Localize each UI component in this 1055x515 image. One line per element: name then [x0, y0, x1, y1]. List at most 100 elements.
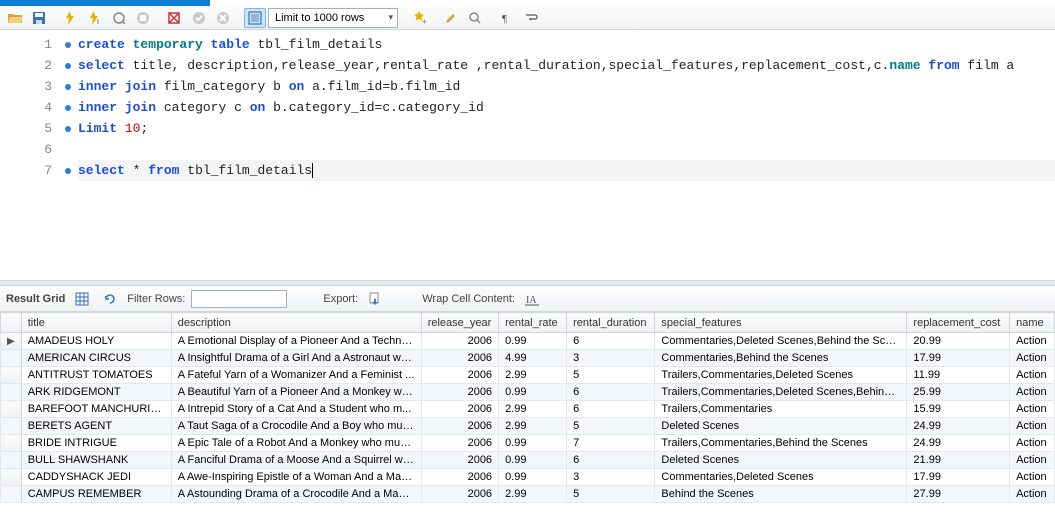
cell-description[interactable]: A Intrepid Story of a Cat And a Student … [171, 401, 421, 418]
cell-special_features[interactable]: Deleted Scenes [655, 452, 907, 469]
cell-rental_duration[interactable]: 6 [567, 452, 655, 469]
cell-replacement_cost[interactable]: 17.99 [907, 469, 1010, 486]
filter-rows-input[interactable] [191, 290, 287, 308]
cell-release_year[interactable]: 2006 [421, 367, 498, 384]
cell-description[interactable]: A Taut Saga of a Crocodile And a Boy who… [171, 418, 421, 435]
cell-special_features[interactable]: Trailers,Commentaries,Behind the Scenes [655, 435, 907, 452]
cell-name[interactable]: Action [1010, 452, 1055, 469]
cell-title[interactable]: BAREFOOT MANCHURIAN [21, 401, 171, 418]
save-button[interactable] [28, 8, 50, 28]
table-row[interactable]: ▶AMADEUS HOLYA Emotional Display of a Pi… [1, 333, 1055, 350]
row-handle[interactable]: ▶ [1, 333, 22, 350]
column-header-rental_rate[interactable]: rental_rate [499, 313, 567, 333]
table-row[interactable]: BULL SHAWSHANKA Fanciful Drama of a Moos… [1, 452, 1055, 469]
commit-button[interactable] [188, 8, 210, 28]
search-button[interactable] [464, 8, 486, 28]
cell-replacement_cost[interactable]: 25.99 [907, 384, 1010, 401]
row-handle[interactable] [1, 401, 22, 418]
rollback-button[interactable] [212, 8, 234, 28]
table-row[interactable]: CADDYSHACK JEDIA Awe-Inspiring Epistle o… [1, 469, 1055, 486]
cell-special_features[interactable]: Trailers,Commentaries [655, 401, 907, 418]
cell-rental_rate[interactable]: 2.99 [499, 418, 567, 435]
cell-description[interactable]: A Fanciful Drama of a Moose And a Squirr… [171, 452, 421, 469]
cell-rental_duration[interactable]: 5 [567, 418, 655, 435]
row-limit-dropdown[interactable]: Limit to 1000 rows ▾ [268, 8, 398, 28]
row-handle[interactable] [1, 486, 22, 503]
toggle-invisible-button[interactable]: ¶ [496, 8, 518, 28]
cell-replacement_cost[interactable]: 17.99 [907, 350, 1010, 367]
cell-name[interactable]: Action [1010, 418, 1055, 435]
cell-rental_rate[interactable]: 0.99 [499, 435, 567, 452]
cell-description[interactable]: A Emotional Display of a Pioneer And a T… [171, 333, 421, 350]
cell-release_year[interactable]: 2006 [421, 435, 498, 452]
open-file-button[interactable] [4, 8, 26, 28]
table-row[interactable]: BERETS AGENTA Taut Saga of a Crocodile A… [1, 418, 1055, 435]
table-row[interactable]: ANTITRUST TOMATOESA Fateful Yarn of a Wo… [1, 367, 1055, 384]
cell-special_features[interactable]: Commentaries,Deleted Scenes,Behind the S… [655, 333, 907, 350]
cell-release_year[interactable]: 2006 [421, 486, 498, 503]
row-handle[interactable] [1, 469, 22, 486]
row-handle[interactable] [1, 435, 22, 452]
cell-title[interactable]: CAMPUS REMEMBER [21, 486, 171, 503]
cell-name[interactable]: Action [1010, 486, 1055, 503]
cell-rental_duration[interactable]: 6 [567, 333, 655, 350]
cell-rental_duration[interactable]: 6 [567, 384, 655, 401]
column-header-title[interactable]: title [21, 313, 171, 333]
cell-special_features[interactable]: Deleted Scenes [655, 418, 907, 435]
row-handle[interactable] [1, 384, 22, 401]
cell-name[interactable]: Action [1010, 469, 1055, 486]
cell-special_features[interactable]: Trailers,Commentaries,Deleted Scenes [655, 367, 907, 384]
cell-special_features[interactable]: Commentaries,Deleted Scenes [655, 469, 907, 486]
cell-release_year[interactable]: 2006 [421, 384, 498, 401]
cell-release_year[interactable]: 2006 [421, 333, 498, 350]
cell-special_features[interactable]: Behind the Scenes [655, 486, 907, 503]
cell-special_features[interactable]: Trailers,Commentaries,Deleted Scenes,Beh… [655, 384, 907, 401]
cell-name[interactable]: Action [1010, 384, 1055, 401]
column-header-rental_duration[interactable]: rental_duration [567, 313, 655, 333]
cell-name[interactable]: Action [1010, 401, 1055, 418]
sql-editor[interactable]: 1234567 create temporary table tbl_film_… [0, 30, 1055, 280]
cell-replacement_cost[interactable]: 15.99 [907, 401, 1010, 418]
cell-replacement_cost[interactable]: 27.99 [907, 486, 1010, 503]
cell-name[interactable]: Action [1010, 350, 1055, 367]
wrap-cell-button[interactable]: IA [521, 289, 543, 309]
execute-current-button[interactable]: I [84, 8, 106, 28]
row-handle[interactable] [1, 350, 22, 367]
toggle-limit-button[interactable] [244, 8, 266, 28]
cell-rental_duration[interactable]: 3 [567, 469, 655, 486]
table-row[interactable]: AMERICAN CIRCUSA Insightful Drama of a G… [1, 350, 1055, 367]
cell-description[interactable]: A Astounding Drama of a Crocodile And a … [171, 486, 421, 503]
explain-button[interactable] [108, 8, 130, 28]
row-handle[interactable] [1, 418, 22, 435]
cell-rental_duration[interactable]: 5 [567, 486, 655, 503]
cell-replacement_cost[interactable]: 11.99 [907, 367, 1010, 384]
cell-name[interactable]: Action [1010, 435, 1055, 452]
cell-rental_rate[interactable]: 0.99 [499, 384, 567, 401]
column-header-special_features[interactable]: special_features [655, 313, 907, 333]
cell-title[interactable]: BULL SHAWSHANK [21, 452, 171, 469]
cell-release_year[interactable]: 2006 [421, 418, 498, 435]
execute-button[interactable] [60, 8, 82, 28]
cell-name[interactable]: Action [1010, 367, 1055, 384]
cell-rental_rate[interactable]: 0.99 [499, 469, 567, 486]
cell-title[interactable]: AMERICAN CIRCUS [21, 350, 171, 367]
table-row[interactable]: BRIDE INTRIGUEA Epic Tale of a Robot And… [1, 435, 1055, 452]
editor-code[interactable]: create temporary table tbl_film_details … [58, 30, 1055, 280]
cell-title[interactable]: CADDYSHACK JEDI [21, 469, 171, 486]
cell-release_year[interactable]: 2006 [421, 350, 498, 367]
cell-title[interactable]: AMADEUS HOLY [21, 333, 171, 350]
table-row[interactable]: ARK RIDGEMONTA Beautiful Yarn of a Pione… [1, 384, 1055, 401]
cell-rental_rate[interactable]: 2.99 [499, 486, 567, 503]
stop-button[interactable] [132, 8, 154, 28]
toggle-autocommit-button[interactable] [164, 8, 186, 28]
cell-description[interactable]: A Fateful Yarn of a Womanizer And a Femi… [171, 367, 421, 384]
cell-title[interactable]: ARK RIDGEMONT [21, 384, 171, 401]
cell-description[interactable]: A Beautiful Yarn of a Pioneer And a Monk… [171, 384, 421, 401]
cell-description[interactable]: A Awe-Inspiring Epistle of a Woman And a… [171, 469, 421, 486]
cell-release_year[interactable]: 2006 [421, 401, 498, 418]
cell-replacement_cost[interactable]: 24.99 [907, 418, 1010, 435]
cell-rental_rate[interactable]: 0.99 [499, 452, 567, 469]
cell-release_year[interactable]: 2006 [421, 452, 498, 469]
cell-rental_rate[interactable]: 0.99 [499, 333, 567, 350]
row-handle[interactable] [1, 452, 22, 469]
